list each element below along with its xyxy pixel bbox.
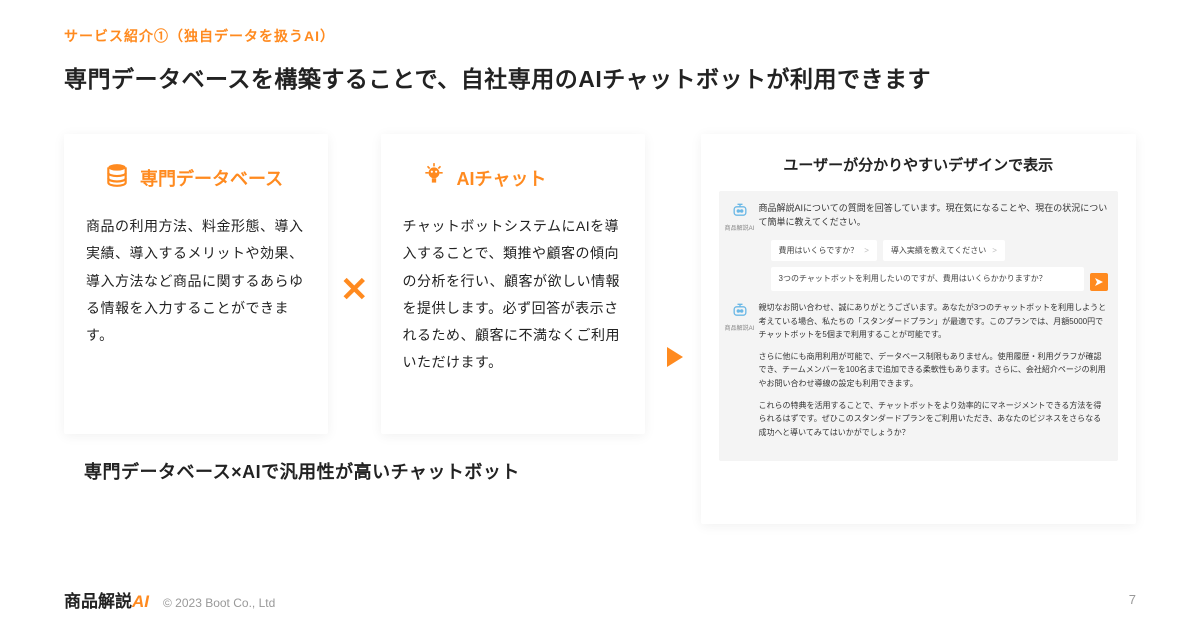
slide-headline: 専門データベースを構築することで、自社専用のAIチャットボットが利用できます: [64, 60, 1136, 94]
card-title: 専門データベース: [140, 165, 283, 191]
chip-cases[interactable]: 導入実績を教えてください >: [883, 240, 1005, 261]
database-icon: [104, 162, 130, 193]
logo-text: 商品解説AI: [64, 587, 149, 612]
bot-avatar: 商品解説AI: [729, 201, 751, 232]
reply-paragraph: これらの特典を活用することで、チャットボットをより効率的にマネージメントできる方…: [759, 399, 1109, 440]
cards-caption: 専門データベース×AIで汎用性が高いチャットボット: [64, 458, 645, 484]
copyright: © 2023 Boot Co., Ltd: [163, 596, 275, 610]
content-row: 専門データベース 商品の利用方法、料金形態、導入実績、導入するメリットや効果、導…: [64, 134, 1136, 524]
user-message-row: 3つのチャットボットを利用したいのですが、費用はいくらかかりますか？: [771, 267, 1109, 291]
chevron-icon: >: [864, 246, 869, 255]
chip-label: 費用はいくらですか？: [779, 245, 859, 256]
cards-row: 専門データベース 商品の利用方法、料金形態、導入実績、導入するメリットや効果、導…: [64, 134, 645, 434]
logo-ai-suffix: AI: [132, 592, 149, 611]
arrow-icon: [645, 345, 701, 374]
chip-cost[interactable]: 費用はいくらですか？ >: [771, 240, 877, 261]
bot-reply: 商品解説AI 親切なお問い合わせ、誠にありがとうございます。あなたが3つのチャッ…: [729, 301, 1109, 447]
card-header: 専門データベース: [86, 162, 306, 193]
panel-title: ユーザーが分かりやすいデザインで表示: [719, 154, 1119, 175]
times-symbol: ✕: [328, 270, 381, 310]
card-header: AIチャット: [403, 162, 623, 193]
cards-group: 専門データベース 商品の利用方法、料金形態、導入実績、導入するメリットや効果、導…: [64, 134, 645, 484]
card-body: 商品の利用方法、料金形態、導入実績、導入するメリットや効果、導入方法など商品に関…: [86, 213, 306, 349]
bot-message: 商品解説AI 商品解説AIについての質問を回答しています。現在気になることや、現…: [729, 201, 1109, 232]
reply-paragraph: 親切なお問い合わせ、誠にありがとうございます。あなたが3つのチャットボットを利用…: [759, 301, 1109, 342]
bot-intro-text: 商品解説AIについての質問を回答しています。現在気になることや、現在の状況につい…: [759, 201, 1109, 232]
avatar-label: 商品解説AI: [725, 223, 755, 232]
slide-eyebrow: サービス紹介①（独自データを扱うAI）: [64, 26, 1136, 46]
chat-preview-panel: ユーザーが分かりやすいデザインで表示 商品解説AI 商品解説AIについての質問を…: [701, 134, 1137, 524]
card-database: 専門データベース 商品の利用方法、料金形態、導入実績、導入するメリットや効果、導…: [64, 134, 328, 434]
card-ai-chat: AIチャット チャットボットシステムにAIを導入することで、類推や顧客の傾向の分…: [381, 134, 645, 434]
card-title: AIチャット: [457, 165, 547, 191]
reply-paragraph: さらに他にも商用利用が可能で、データベース制限もありません。使用履歴・利用グラフ…: [759, 350, 1109, 391]
user-message: 3つのチャットボットを利用したいのですが、費用はいくらかかりますか？: [771, 267, 1085, 291]
chevron-icon: >: [992, 246, 997, 255]
avatar-label: 商品解説AI: [725, 323, 755, 332]
footer-logo: 商品解説AI © 2023 Boot Co., Ltd: [64, 587, 275, 612]
ai-brain-icon: [421, 162, 447, 193]
bot-avatar: 商品解説AI: [729, 301, 751, 447]
suggestion-chips: 費用はいくらですか？ > 導入実績を教えてください >: [771, 240, 1109, 261]
chat-mock: 商品解説AI 商品解説AIについての質問を回答しています。現在気になることや、現…: [719, 191, 1119, 461]
slide-footer: 商品解説AI © 2023 Boot Co., Ltd 7: [64, 587, 1136, 612]
card-body: チャットボットシステムにAIを導入することで、類推や顧客の傾向の分析を行い、顧客…: [403, 213, 623, 377]
send-button[interactable]: [1090, 273, 1108, 291]
chip-label: 導入実績を教えてください: [891, 245, 986, 256]
page-number: 7: [1129, 592, 1136, 607]
